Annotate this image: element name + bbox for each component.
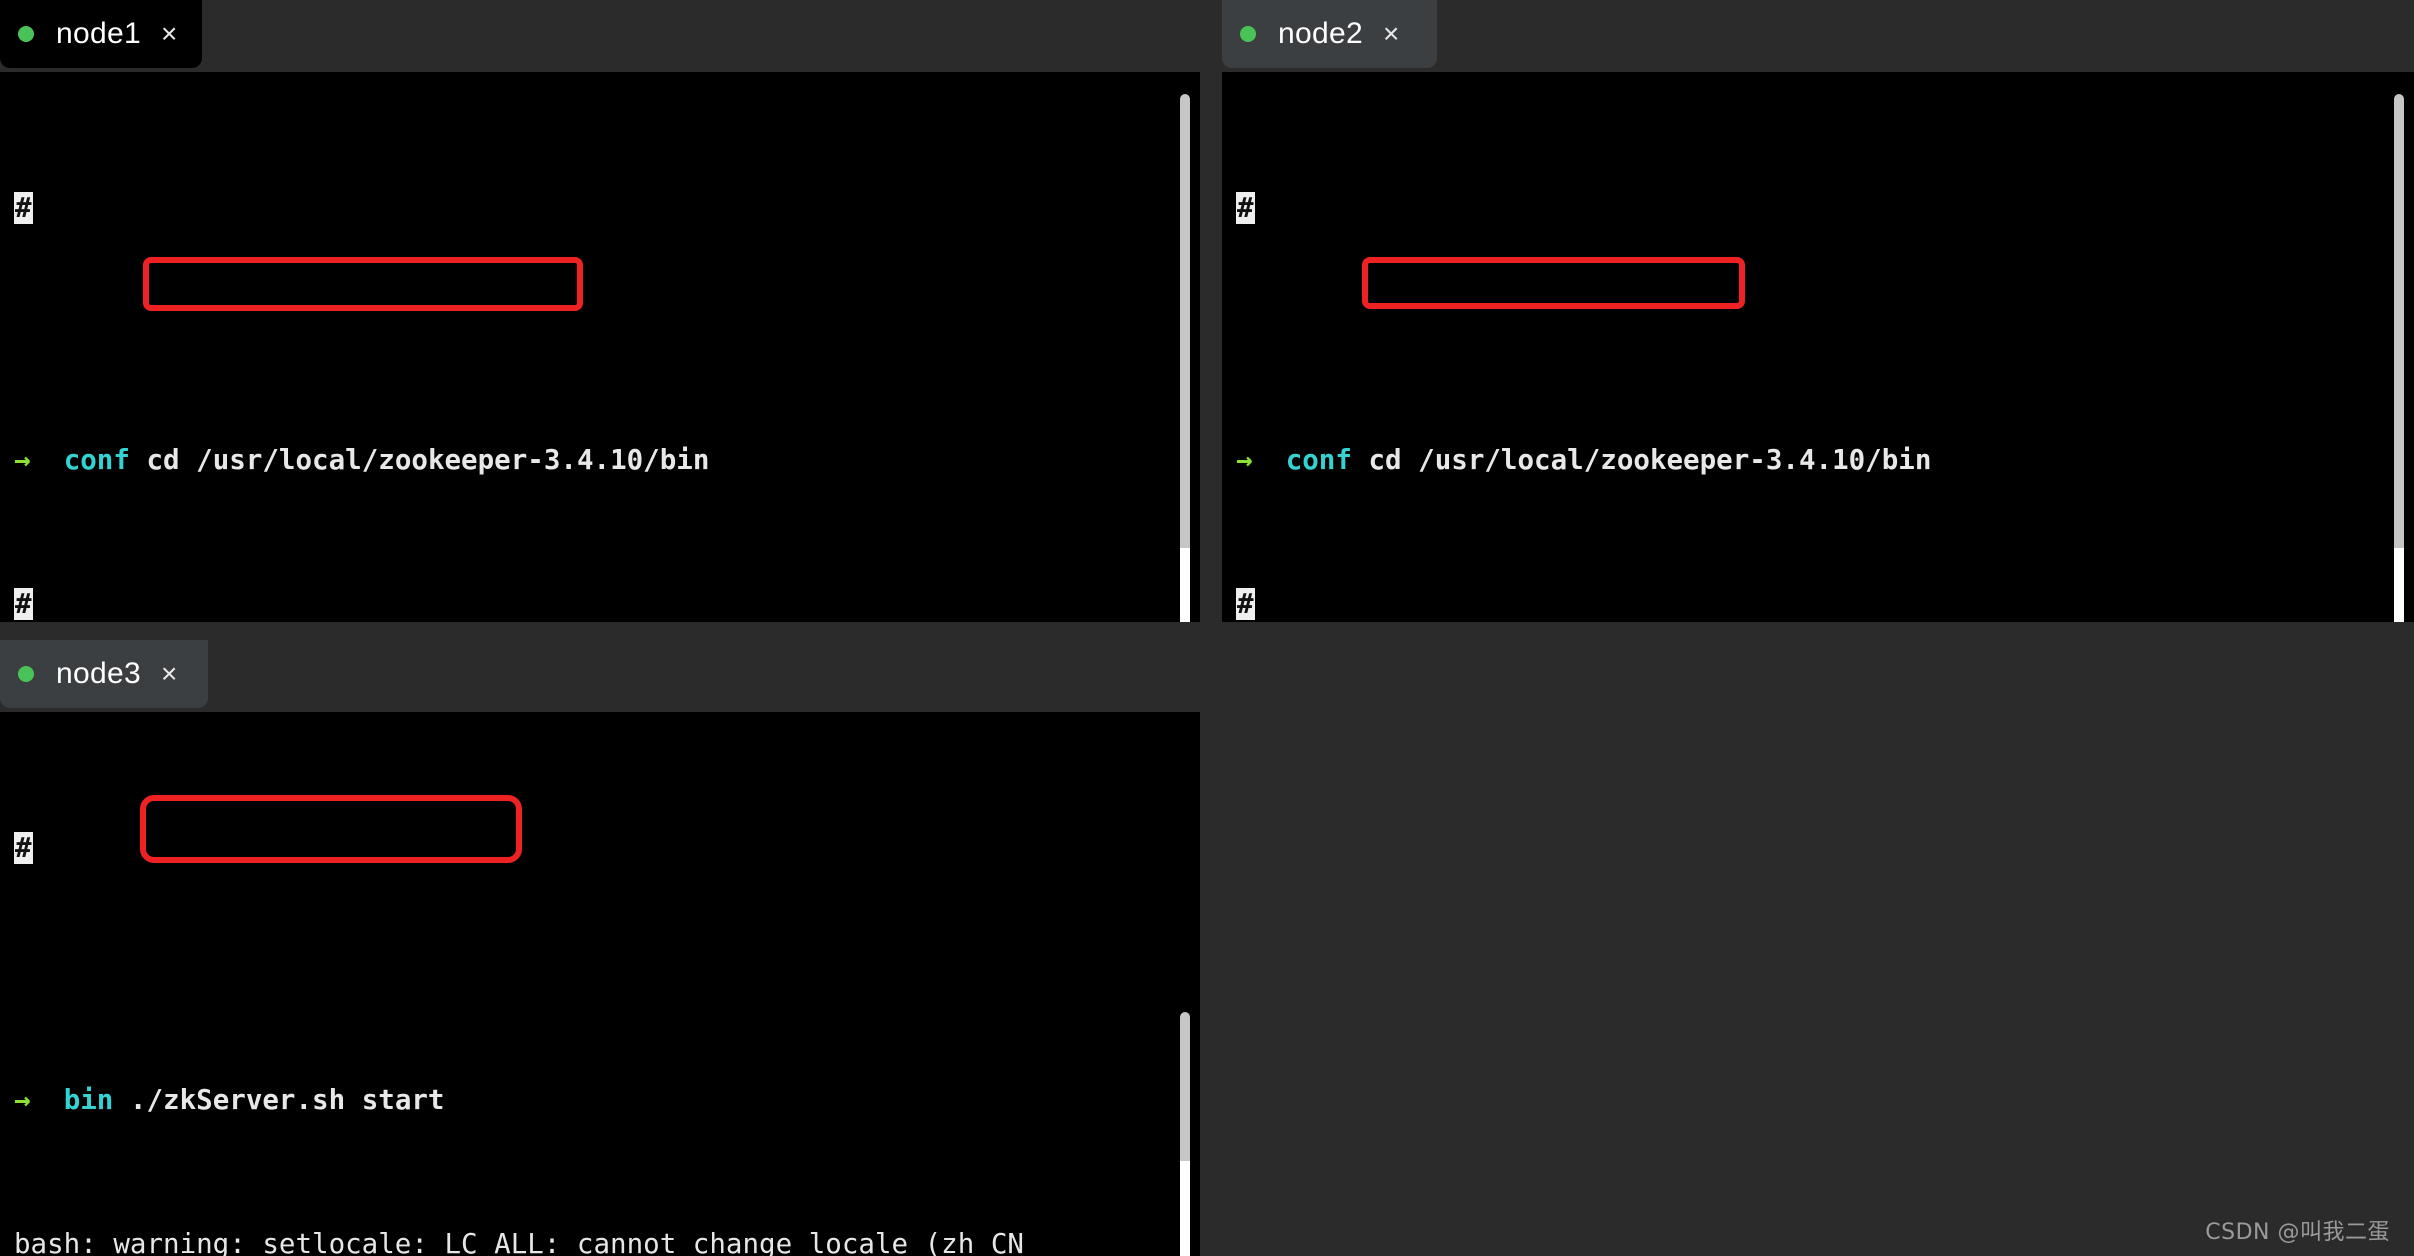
tab-node1-label: node1 <box>56 17 141 50</box>
hash-marker: # <box>14 832 33 864</box>
scrollbar-node2[interactable] <box>2394 94 2404 622</box>
terminal-line: # <box>14 190 1172 226</box>
prompt-arrow-icon: → <box>1236 444 1253 476</box>
terminal-output-node3: # → bin ./zkServer.sh start bash: warnin… <box>14 722 1172 1256</box>
tab-node2[interactable]: node2 × <box>1222 0 1437 68</box>
output-text: bash: warning: setlocale: LC_ALL: cannot… <box>14 1228 1024 1256</box>
hash-marker: # <box>14 192 33 224</box>
green-dot-icon <box>18 26 34 42</box>
watermark: CSDN @叫我二蛋 <box>2205 1220 2390 1245</box>
terminal-line: → bin ./zkServer.sh start <box>14 1082 1172 1118</box>
hash-marker: # <box>1236 588 1255 620</box>
scrollbar-node3[interactable] <box>1180 1012 1190 1256</box>
terminal-line: → conf cd /usr/local/zookeeper-3.4.10/bi… <box>14 442 1172 478</box>
tab-node3[interactable]: node3 × <box>0 640 208 708</box>
terminal-line: # <box>14 830 1172 866</box>
green-dot-icon <box>18 666 34 682</box>
tab-node3-label: node3 <box>56 657 141 690</box>
app-root: node1 × # → conf cd /usr/local/zookeeper… <box>0 0 2414 1256</box>
tab-node2-label: node2 <box>1278 17 1363 50</box>
scrollbar-thumb[interactable] <box>1180 1161 1190 1256</box>
prompt-arrow-icon: → <box>14 1084 31 1116</box>
terminal-pane-node1[interactable]: # → conf cd /usr/local/zookeeper-3.4.10/… <box>0 72 1200 622</box>
scrollbar-thumb[interactable] <box>1180 548 1190 622</box>
close-icon[interactable]: × <box>1383 20 1399 48</box>
prompt-dir: conf <box>63 444 130 476</box>
scrollbar-node1[interactable] <box>1180 94 1190 622</box>
terminal-output-node1: # → conf cd /usr/local/zookeeper-3.4.10/… <box>14 82 1172 622</box>
terminal-pane-node3[interactable]: # → bin ./zkServer.sh start bash: warnin… <box>0 712 1200 1256</box>
hash-marker: # <box>1236 192 1255 224</box>
prompt-dir: conf <box>1285 444 1352 476</box>
close-icon[interactable]: × <box>161 20 177 48</box>
command-text: cd /usr/local/zookeeper-3.4.10/bin <box>1368 444 1932 476</box>
terminal-output-node2: # → conf cd /usr/local/zookeeper-3.4.10/… <box>1236 82 2386 622</box>
command-text: cd /usr/local/zookeeper-3.4.10/bin <box>146 444 710 476</box>
terminal-line: # <box>1236 586 2386 622</box>
terminal-pane-node2[interactable]: # → conf cd /usr/local/zookeeper-3.4.10/… <box>1222 72 2414 622</box>
terminal-line: # <box>14 586 1172 622</box>
terminal-line: bash: warning: setlocale: LC_ALL: cannot… <box>14 1226 1172 1256</box>
command-text: ./zkServer.sh start <box>129 1084 445 1116</box>
terminal-line: # <box>1236 190 2386 226</box>
prompt-dir: bin <box>63 1084 114 1116</box>
hash-marker: # <box>14 588 33 620</box>
prompt-arrow-icon: → <box>14 444 31 476</box>
scrollbar-thumb[interactable] <box>2394 548 2404 622</box>
terminal-line: → conf cd /usr/local/zookeeper-3.4.10/bi… <box>1236 442 2386 478</box>
green-dot-icon <box>1240 26 1256 42</box>
close-icon[interactable]: × <box>161 660 177 688</box>
tab-node1[interactable]: node1 × <box>0 0 202 68</box>
